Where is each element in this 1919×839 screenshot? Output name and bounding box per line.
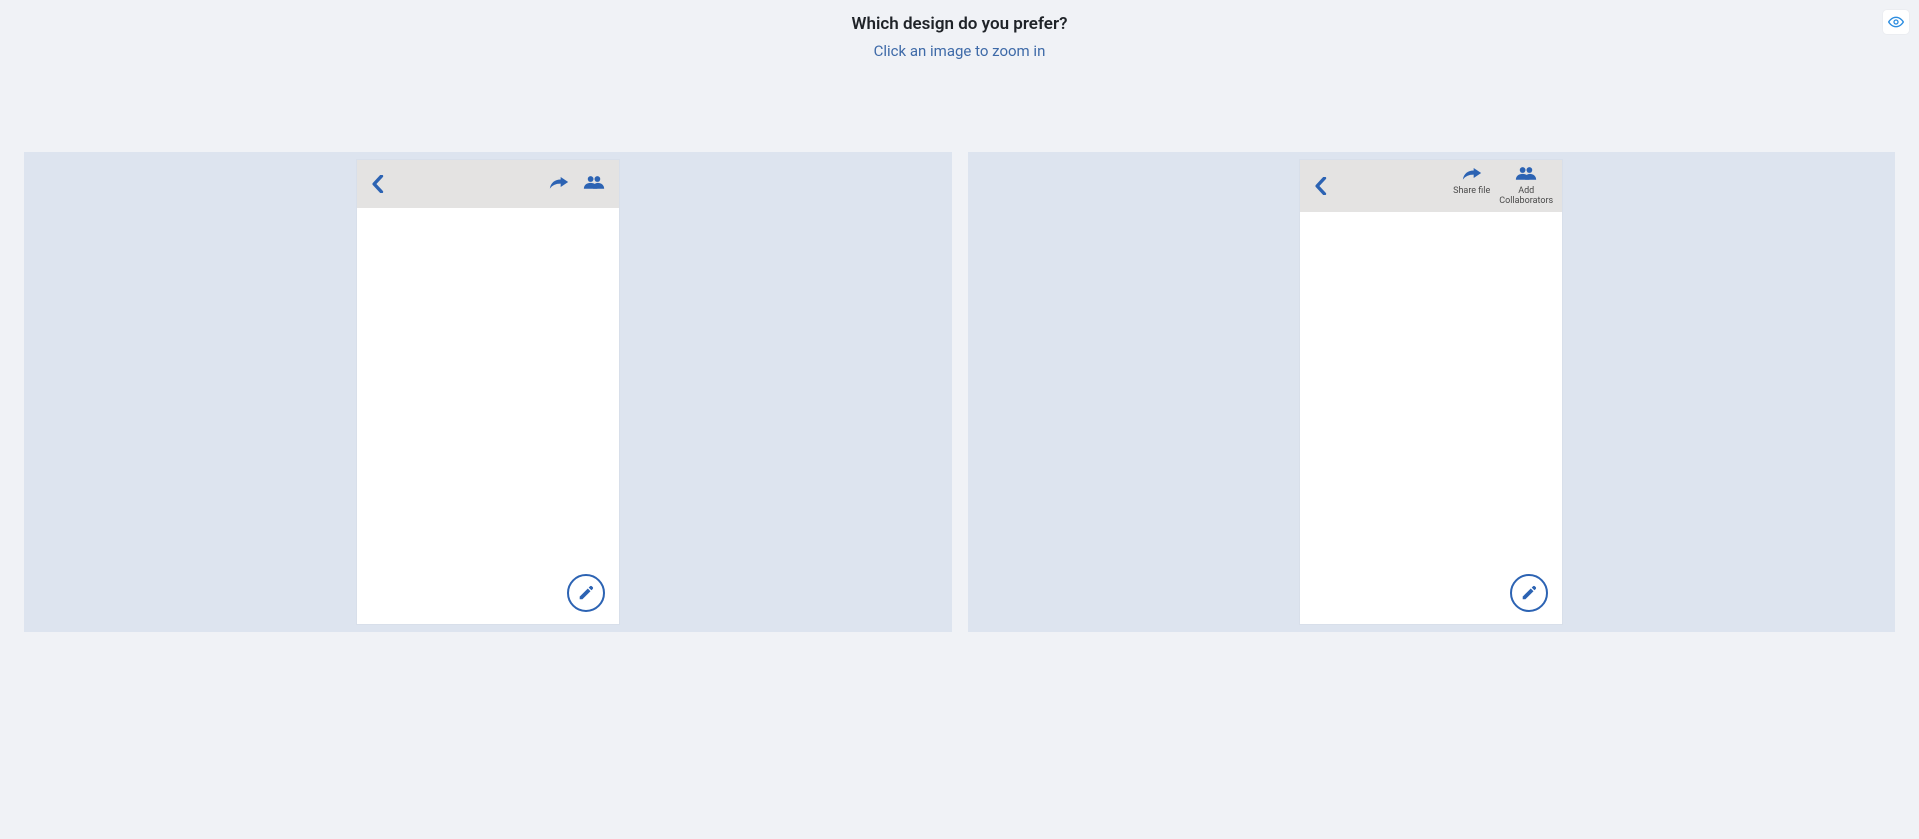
page-header: Which design do you prefer? Click an ima… — [0, 14, 1919, 60]
share-icon — [1462, 165, 1482, 181]
eye-icon — [1888, 14, 1904, 30]
share-file-button[interactable]: Share file — [1453, 165, 1490, 197]
visibility-toggle-button[interactable] — [1883, 10, 1909, 34]
page: Which design do you prefer? Click an ima… — [0, 0, 1919, 839]
mock-b-header: Share file Add Colla — [1300, 160, 1562, 212]
mock-b: Share file Add Colla — [1300, 160, 1562, 624]
chevron-left-icon — [371, 175, 384, 193]
page-subtitle: Click an image to zoom in — [0, 42, 1919, 60]
collaborators-button[interactable] — [583, 174, 605, 194]
design-option-a[interactable] — [24, 152, 952, 632]
page-title: Which design do you prefer? — [0, 14, 1919, 34]
mock-a — [357, 160, 619, 624]
edit-fab[interactable] — [567, 574, 605, 612]
chevron-left-icon — [1314, 177, 1327, 195]
share-file-label: Share file — [1453, 187, 1490, 197]
edit-fab[interactable] — [1510, 574, 1548, 612]
group-icon — [583, 174, 605, 190]
group-icon — [1515, 165, 1537, 181]
back-button[interactable] — [371, 175, 384, 193]
back-button[interactable] — [1314, 177, 1327, 195]
mock-b-actions: Share file Add Colla — [1453, 165, 1556, 207]
share-icon-wrap — [1462, 165, 1482, 185]
options-grid: Share file Add Colla — [0, 152, 1919, 632]
pencil-icon — [577, 584, 595, 602]
design-option-b[interactable]: Share file Add Colla — [968, 152, 1896, 632]
pencil-icon — [1520, 584, 1538, 602]
mock-a-header — [357, 160, 619, 208]
add-collaborators-label: Add Collaborators — [1496, 187, 1556, 207]
group-icon-wrap — [1515, 165, 1537, 185]
add-collaborators-button[interactable]: Add Collaborators — [1496, 165, 1556, 207]
share-icon — [549, 174, 569, 190]
share-button[interactable] — [549, 174, 569, 194]
mock-a-actions — [549, 174, 605, 194]
